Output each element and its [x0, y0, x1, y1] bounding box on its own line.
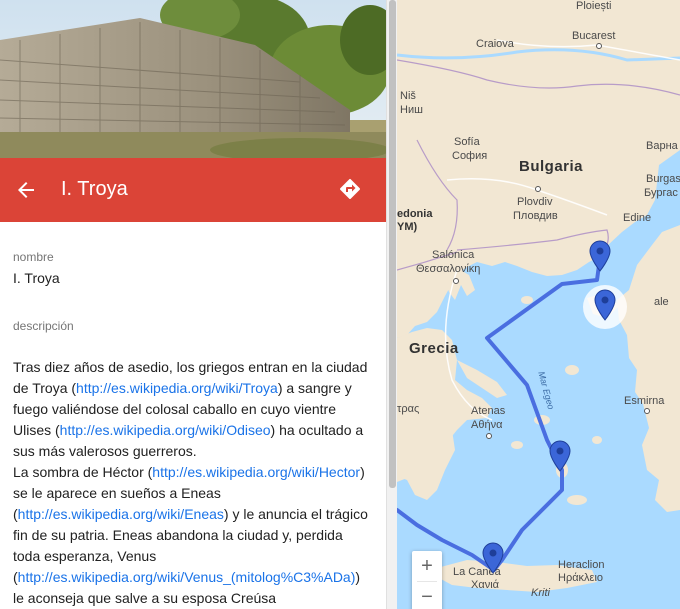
label-bucarest: Bucarest	[572, 30, 616, 42]
name-label: nombre	[13, 250, 54, 264]
label-macedonia: edonia	[397, 208, 433, 220]
label-sofia: Sofía	[454, 136, 480, 148]
link-venus[interactable]: http://es.wikipedia.org/wiki/Venus_(mito…	[18, 569, 356, 585]
city-dot	[453, 278, 459, 284]
link-odiseo[interactable]: http://es.wikipedia.org/wiki/Odiseo	[60, 422, 271, 438]
label-kriti: Kriti	[531, 587, 550, 599]
label-la-canea-gr: Χανιά	[471, 579, 499, 591]
map-base	[397, 0, 680, 609]
city-dot	[596, 43, 602, 49]
link-hector[interactable]: http://es.wikipedia.org/wiki/Hector	[152, 464, 360, 480]
label-salonica: Salónica	[432, 249, 475, 261]
label-nis: Niš	[400, 90, 416, 102]
zoom-controls: + −	[412, 551, 442, 609]
label-craiova: Craiova	[476, 38, 514, 50]
label-macedonia-2: YM)	[397, 221, 418, 233]
map-pin-icon[interactable]	[549, 440, 571, 472]
label-patras-gr: τρας	[397, 403, 420, 415]
label-heraclion: Heraclion	[558, 559, 605, 571]
city-dot	[535, 186, 541, 192]
label-plovdiv-cyr: Пловдив	[513, 210, 558, 222]
description-segment: La sombra de Héctor (	[13, 464, 153, 480]
directions-button[interactable]	[330, 169, 370, 209]
place-photo	[0, 0, 386, 158]
city-dot	[486, 433, 492, 439]
link-troya[interactable]: http://es.wikipedia.org/wiki/Troya	[76, 380, 278, 396]
map-pin-icon[interactable]	[482, 542, 504, 574]
city-dot	[644, 408, 650, 414]
back-button[interactable]	[6, 170, 46, 210]
label-ploiesti: Ploiești	[576, 0, 612, 12]
label-sofia-cyr: София	[452, 150, 488, 162]
description-text: Tras diez años de asedio, los griegos en…	[13, 357, 373, 609]
label-bulgaria: Bulgaria	[519, 158, 584, 175]
description-label: descripción	[13, 319, 74, 333]
zoom-out-button[interactable]: −	[412, 582, 442, 609]
label-atenas-gr: Αθήνα	[471, 419, 503, 431]
label-grecia: Grecia	[409, 340, 459, 357]
name-value: I. Troya	[13, 270, 60, 286]
label-heraclion-gr: Ηράκλειο	[558, 572, 604, 584]
map-pin-icon[interactable]	[589, 240, 611, 272]
map-pin-icon-selected[interactable]	[594, 289, 616, 321]
label-edine: Edine	[623, 212, 652, 224]
label-esmirna: Esmirna	[624, 395, 665, 407]
map[interactable]: Ploiești Craiova Bucarest Niš Ниш Sofía …	[397, 0, 680, 609]
label-nis-cyr: Ниш	[400, 104, 423, 116]
label-salonica-gr: Θεσσαλονίκη	[416, 263, 481, 275]
place-header: I. Troya	[0, 158, 386, 222]
arrow-left-icon	[18, 182, 34, 198]
label-bale: ale	[654, 296, 669, 308]
label-burgas-cyr: Бургас	[644, 187, 678, 199]
place-detail-panel: I. Troya nombre I. Troya descripción Tra…	[0, 0, 386, 609]
label-plovdiv: Plovdiv	[517, 196, 553, 208]
zoom-in-button[interactable]: +	[412, 551, 442, 581]
label-varna-cyr: Варна	[646, 140, 678, 152]
panel-scrollbar[interactable]	[386, 0, 397, 609]
label-atenas: Atenas	[471, 405, 506, 417]
directions-icon	[340, 178, 361, 199]
label-burgas: Burgas	[646, 173, 680, 185]
link-eneas[interactable]: http://es.wikipedia.org/wiki/Eneas	[18, 506, 224, 522]
scrollbar-thumb[interactable]	[389, 0, 396, 488]
place-title: I. Troya	[61, 178, 128, 200]
